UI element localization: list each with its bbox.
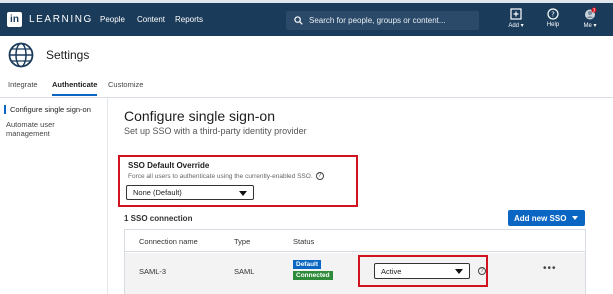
table-row[interactable]: SAML-3 SAML Default Connected Active ? •… (125, 253, 585, 294)
me-label: Me ▾ (583, 23, 597, 29)
chevron-down-icon (572, 216, 578, 220)
sso-default-override-panel: SSO Default Override Force all users to … (118, 155, 358, 207)
override-description-text: Force all users to authenticate using th… (128, 172, 313, 180)
top-navigation-bar: in LEARNING People Content Reports Searc… (0, 0, 613, 36)
connected-badge: Connected (293, 271, 333, 280)
connection-name-cell[interactable]: SAML-3 (139, 267, 166, 276)
notification-count: 3 (593, 8, 596, 13)
sidebar-item-automate-user-management[interactable]: Automate user management (6, 120, 96, 138)
status-help-icon[interactable]: ? (478, 267, 486, 275)
linkedin-learning-logo[interactable]: in LEARNING (7, 12, 93, 27)
override-select-value: None (Default) (133, 188, 182, 197)
settings-header: Settings (8, 42, 89, 68)
svg-text:?: ? (551, 11, 555, 19)
nav-people[interactable]: People (100, 15, 125, 24)
settings-tabs: Integrate Authenticate Customize (0, 76, 613, 98)
add-menu-label: Add ▾ (508, 23, 524, 29)
sso-connections-table: Connection name Type Status SAML-3 SAML … (124, 229, 586, 294)
linkedin-logo-icon: in (7, 12, 22, 27)
help-button[interactable]: ? Help (538, 8, 568, 28)
globe-icon (8, 42, 34, 68)
override-select[interactable]: None (Default) (126, 185, 254, 200)
add-menu-button[interactable]: Add ▾ (501, 8, 531, 29)
more-actions-button[interactable]: ••• (543, 263, 557, 274)
search-icon (294, 16, 303, 25)
search-input[interactable]: Search for people, groups or content... (286, 11, 479, 30)
tab-integrate[interactable]: Integrate (8, 80, 38, 89)
override-title: SSO Default Override (128, 161, 210, 170)
tab-customize[interactable]: Customize (108, 80, 143, 89)
status-select-value: Active (381, 266, 402, 276)
column-connection-name: Connection name (139, 237, 198, 246)
override-description: Force all users to authenticate using th… (128, 172, 324, 180)
me-menu-button[interactable]: 3 Me ▾ (575, 7, 605, 29)
column-status: Status (293, 237, 315, 246)
nav-content[interactable]: Content (137, 15, 165, 24)
connection-type-cell: SAML (234, 267, 255, 276)
section-subtitle: Set up SSO with a third-party identity p… (124, 126, 307, 136)
help-circle-icon[interactable]: ? (315, 172, 324, 180)
default-badge: Default (293, 260, 322, 269)
sidebar: Configure single sign-on Automate user m… (0, 98, 108, 294)
logo-text: LEARNING (29, 14, 93, 25)
add-icon (510, 8, 522, 20)
chevron-down-icon (455, 269, 463, 274)
page-title: Settings (46, 48, 90, 62)
column-type: Type (234, 237, 251, 246)
table-header: Connection name Type Status (125, 230, 585, 252)
add-new-sso-button[interactable]: Add new SSO (508, 210, 585, 226)
search-placeholder: Search for people, groups or content... (309, 16, 446, 25)
chevron-down-icon (239, 190, 247, 196)
add-new-sso-label: Add new SSO (514, 213, 567, 223)
sso-connection-count: 1 SSO connection (124, 214, 193, 223)
status-select[interactable]: Active (374, 263, 470, 279)
nav-reports[interactable]: Reports (175, 15, 203, 24)
help-label: Help (546, 22, 560, 28)
help-icon: ? (547, 8, 559, 20)
section-title: Configure single sign-on (124, 108, 275, 124)
sidebar-item-configure-sso[interactable]: Configure single sign-on (4, 105, 91, 114)
status-highlight: Active ? (358, 255, 488, 287)
tab-authenticate[interactable]: Authenticate (52, 80, 98, 96)
avatar: 3 (585, 7, 597, 20)
